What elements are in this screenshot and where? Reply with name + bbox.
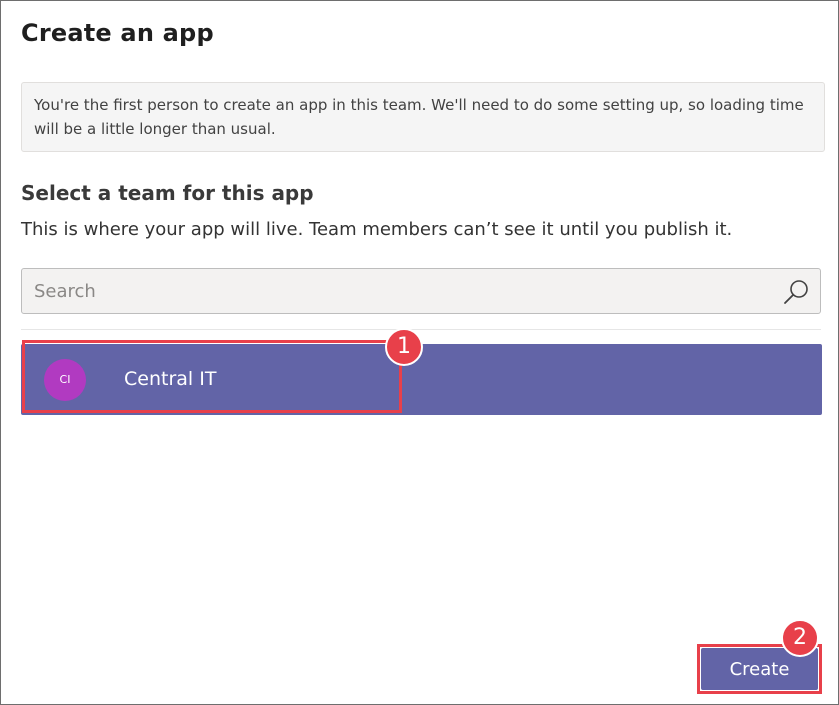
search-input[interactable] (22, 269, 786, 313)
setup-notice: You're the first person to create an app… (21, 82, 825, 152)
team-section-description: This is where your app will live. Team m… (21, 219, 733, 240)
create-app-dialog: Create an app You're the first person to… (0, 0, 839, 705)
team-search-box (21, 268, 821, 314)
team-section-heading: Select a team for this app (21, 181, 314, 205)
search-icon[interactable] (782, 278, 810, 306)
list-divider (21, 329, 821, 330)
team-avatar: CI (44, 359, 86, 401)
team-item-central-it[interactable]: CI Central IT (21, 344, 822, 415)
annotation-badge-1: 1 (385, 328, 423, 366)
team-name: Central IT (124, 368, 217, 390)
dialog-title: Create an app (21, 19, 214, 47)
annotation-badge-2: 2 (781, 619, 819, 657)
